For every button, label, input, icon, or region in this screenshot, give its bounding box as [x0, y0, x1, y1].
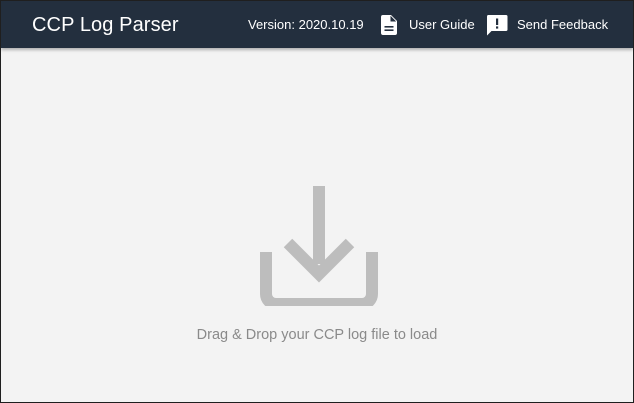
- version-label: Version: 2020.10.19: [248, 17, 364, 32]
- user-guide-label: User Guide: [409, 16, 475, 32]
- user-guide-button[interactable]: User Guide: [379, 1, 475, 48]
- app-window: CCP Log Parser Version: 2020.10.19 User …: [0, 0, 634, 403]
- feedback-icon: [485, 13, 509, 37]
- drop-instructions: Drag & Drop your CCP log file to load: [196, 327, 438, 343]
- send-feedback-label: Send Feedback: [517, 16, 609, 32]
- send-feedback-button[interactable]: Send Feedback: [485, 1, 608, 48]
- document-icon: [379, 13, 399, 37]
- file-drop-zone[interactable]: Drag & Drop your CCP log file to load: [1, 48, 633, 402]
- app-bar: CCP Log Parser Version: 2020.10.19 User …: [1, 1, 633, 48]
- app-title: CCP Log Parser: [32, 14, 179, 36]
- download-icon: [260, 186, 378, 306]
